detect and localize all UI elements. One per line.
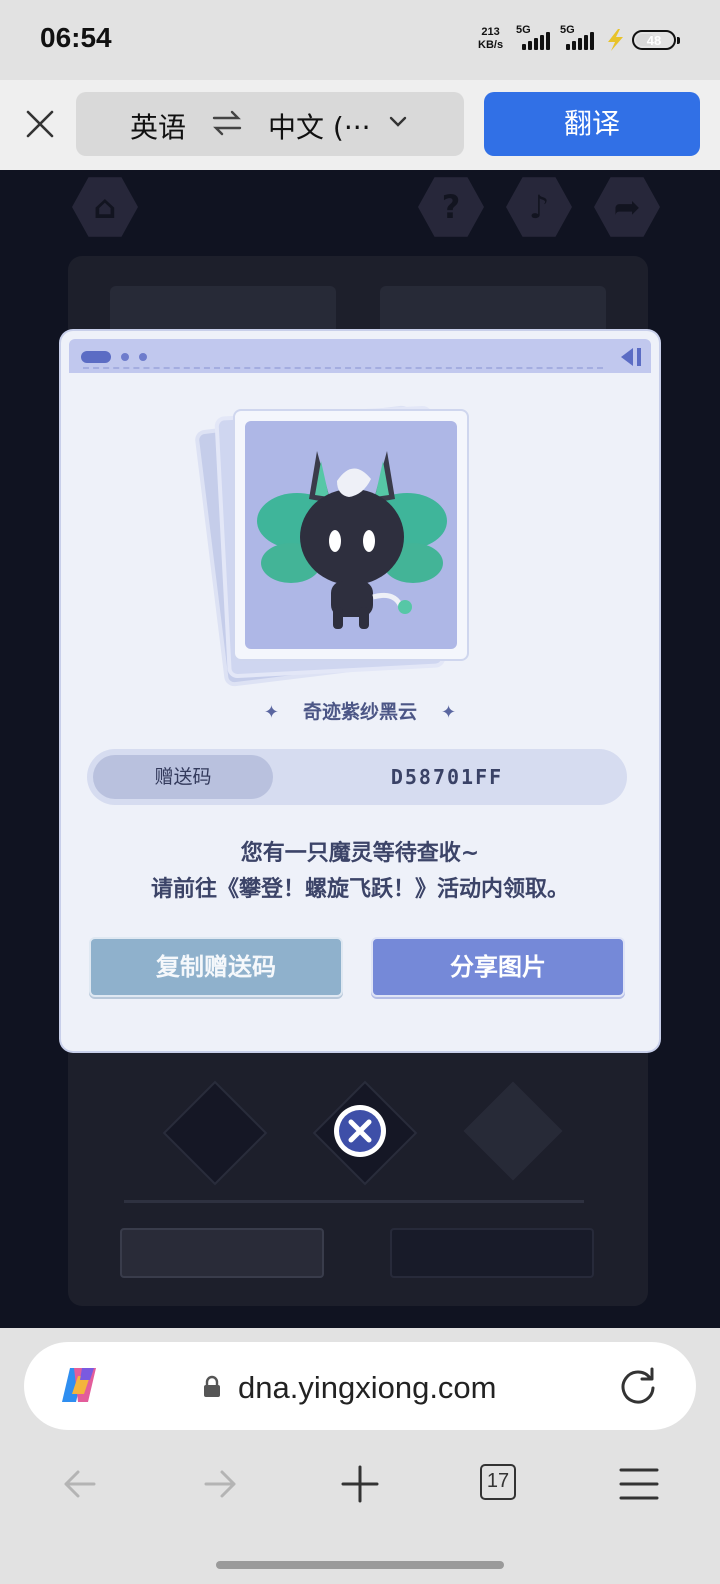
tabs-count: 17 (486, 1470, 510, 1492)
back-arrow-icon[interactable] (60, 1464, 100, 1504)
network-speed: 213 KB/s (478, 26, 503, 52)
gift-code-field: 赠送码 D58701FF (87, 749, 627, 805)
menu-icon[interactable] (618, 1464, 660, 1504)
gift-code-label: 赠送码 (93, 755, 273, 799)
clock: 06:54 (40, 22, 112, 53)
message-line-2: 请前往《攀登！螺旋飞跃！》活动内领取。 (150, 877, 569, 902)
battery-icon: 48 (632, 30, 680, 50)
sim1-label: 5G (516, 24, 531, 36)
copy-code-button[interactable]: 复制赠送码 (89, 937, 343, 997)
translate-button[interactable]: 翻译 (484, 92, 700, 156)
pet-illustration (257, 451, 447, 629)
signal-icon: 5G (516, 24, 552, 52)
copilot-icon[interactable] (56, 1362, 102, 1408)
swap-languages-icon[interactable] (212, 110, 242, 136)
chevron-down-icon[interactable] (388, 112, 408, 132)
battery-level: 48 (646, 33, 662, 48)
gift-dialog: ✦ 奇迹紫纱黑云 ✦ 赠送码 D58701FF 您有一只魔灵等待查收~ 请前往《攀登… (61, 331, 659, 1051)
tabs-count-icon[interactable]: 17 (480, 1464, 516, 1500)
sim2-label: 5G (560, 24, 575, 36)
url-text[interactable]: dna.yingxiong.com (238, 1370, 497, 1406)
home-indicator[interactable] (216, 1561, 504, 1569)
gift-code-value: D58701FF (390, 765, 504, 789)
network-speed-unit: KB/s (478, 39, 504, 51)
pet-card (233, 409, 469, 661)
decor-arrow-icon (621, 348, 641, 366)
pet-card-art (245, 421, 457, 649)
sparkle-icon: ✦ (263, 702, 279, 723)
source-language[interactable]: 英语 (130, 106, 186, 146)
reload-icon[interactable] (616, 1364, 660, 1408)
charging-icon (608, 29, 623, 51)
pet-name-row: ✦ 奇迹紫纱黑云 ✦ (61, 697, 659, 724)
pet-name: 奇迹紫纱黑云 (302, 701, 417, 723)
lock-icon (204, 1375, 220, 1397)
target-language[interactable]: 中文 (··· (268, 106, 371, 146)
signal-icon: 5G (560, 24, 596, 52)
dialog-header-strip (69, 339, 651, 373)
close-icon[interactable] (20, 104, 60, 144)
share-image-button[interactable]: 分享图片 (371, 937, 625, 997)
network-speed-value: 213 (481, 26, 500, 38)
forward-arrow-icon[interactable] (200, 1464, 240, 1504)
new-tab-plus-icon[interactable] (340, 1464, 380, 1504)
message-line-1: 您有一只魔灵等待查收~ (240, 841, 480, 866)
sparkle-icon: ✦ (441, 702, 457, 723)
close-dialog-icon[interactable] (332, 1103, 388, 1159)
